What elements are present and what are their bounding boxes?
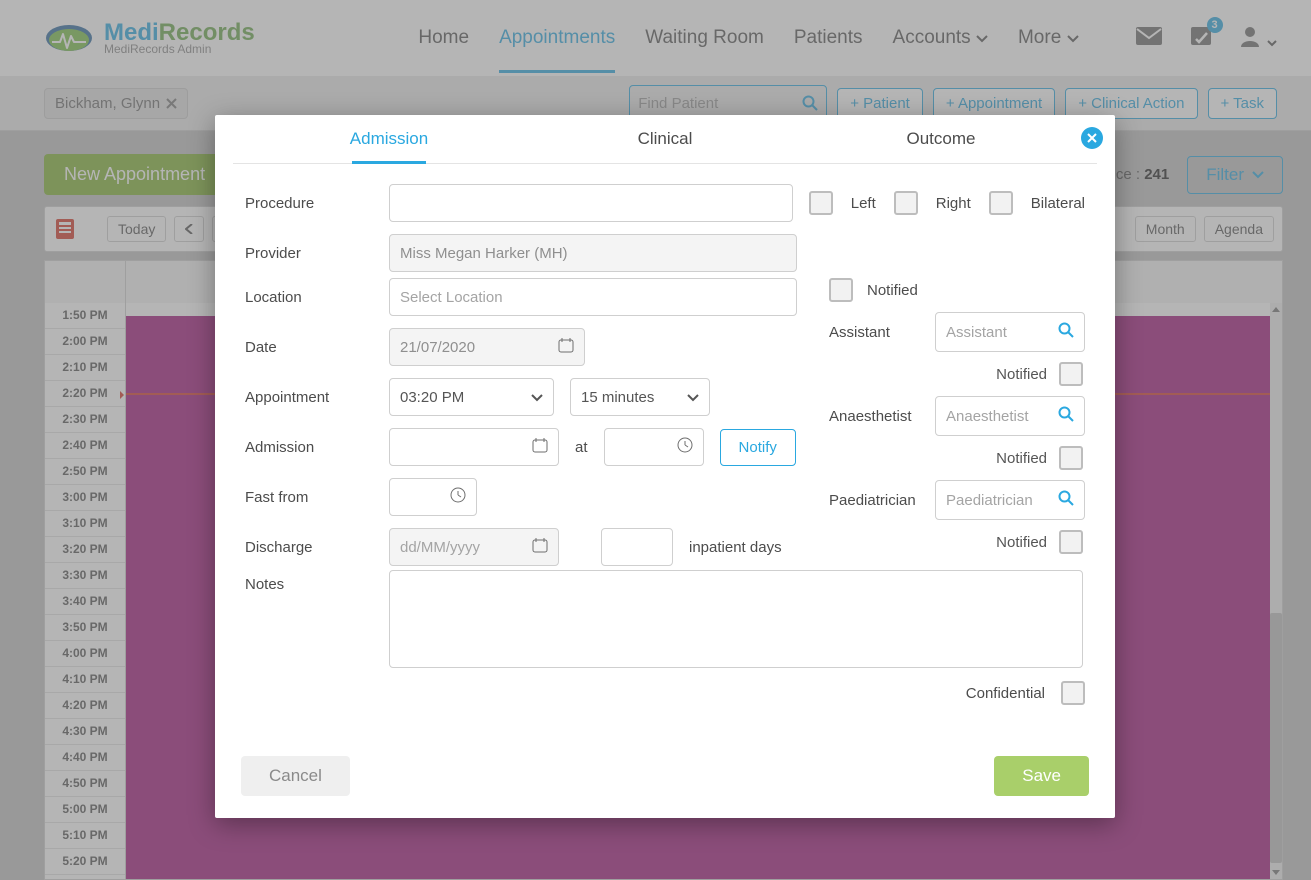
cancel-button[interactable]: Cancel — [241, 756, 350, 796]
clock-icon[interactable] — [450, 487, 466, 507]
paediatrician-input[interactable]: Paediatrician — [935, 480, 1085, 520]
discharge-date-input[interactable]: dd/MM/yyyy — [389, 528, 559, 566]
location-label: Location — [245, 289, 373, 306]
bilateral-checkbox[interactable] — [989, 191, 1013, 215]
procedure-label: Procedure — [245, 195, 373, 212]
right-checkbox[interactable] — [894, 191, 918, 215]
provider-label: Provider — [245, 245, 373, 262]
admission-time-input[interactable] — [604, 428, 704, 466]
location-input[interactable]: Select Location — [389, 278, 797, 316]
fast-from-label: Fast from — [245, 489, 373, 506]
appointment-label: Appointment — [245, 389, 373, 406]
anaesthetist-notified-checkbox[interactable] — [1059, 446, 1083, 470]
anaesthetist-label: Anaesthetist — [829, 408, 921, 425]
chevron-down-icon — [531, 389, 543, 406]
admission-label: Admission — [245, 439, 373, 456]
appointment-time-select[interactable]: 03:20 PM — [389, 378, 554, 416]
calendar-icon[interactable] — [532, 537, 548, 557]
confidential-checkbox[interactable] — [1061, 681, 1085, 705]
discharge-label: Discharge — [245, 539, 373, 556]
assistant-label: Assistant — [829, 324, 921, 341]
left-label: Left — [851, 195, 876, 212]
close-button[interactable] — [1081, 127, 1103, 149]
clock-icon[interactable] — [677, 437, 693, 457]
provider-input[interactable]: Miss Megan Harker (MH) — [389, 234, 797, 272]
procedure-input[interactable] — [389, 184, 793, 222]
at-label: at — [575, 439, 588, 456]
notes-label: Notes — [245, 570, 373, 593]
bilateral-label: Bilateral — [1031, 195, 1085, 212]
assistant-notified-checkbox[interactable] — [1059, 362, 1083, 386]
paediatrician-notified-label: Notified — [996, 534, 1047, 551]
left-checkbox[interactable] — [809, 191, 833, 215]
admission-date-input[interactable] — [389, 428, 559, 466]
anaesthetist-notified-label: Notified — [996, 450, 1047, 467]
confidential-label: Confidential — [966, 685, 1045, 702]
paediatrician-label: Paediatrician — [829, 492, 921, 509]
admission-modal: Admission Clinical Outcome Procedure Lef… — [215, 115, 1115, 818]
tab-admission[interactable]: Admission — [251, 115, 527, 163]
tab-clinical[interactable]: Clinical — [527, 115, 803, 163]
right-label: Right — [936, 195, 971, 212]
calendar-icon[interactable] — [558, 337, 574, 357]
notified-checkbox[interactable] — [829, 278, 853, 302]
save-button[interactable]: Save — [994, 756, 1089, 796]
search-icon[interactable] — [1058, 406, 1074, 426]
date-label: Date — [245, 339, 373, 356]
tab-outcome[interactable]: Outcome — [803, 115, 1079, 163]
notified-label: Notified — [867, 282, 918, 299]
notes-textarea[interactable] — [389, 570, 1083, 668]
chevron-down-icon — [687, 389, 699, 406]
paediatrician-notified-checkbox[interactable] — [1059, 530, 1083, 554]
calendar-icon[interactable] — [532, 437, 548, 457]
search-icon[interactable] — [1058, 490, 1074, 510]
assistant-input[interactable]: Assistant — [935, 312, 1085, 352]
inpatient-days-input[interactable] — [601, 528, 673, 566]
assistant-notified-label: Notified — [996, 366, 1047, 383]
anaesthetist-input[interactable]: Anaesthetist — [935, 396, 1085, 436]
fast-from-input[interactable] — [389, 478, 477, 516]
date-input[interactable]: 21/07/2020 — [389, 328, 585, 366]
inpatient-days-label: inpatient days — [689, 539, 782, 556]
notify-button[interactable]: Notify — [720, 429, 796, 466]
search-icon[interactable] — [1058, 322, 1074, 342]
appointment-duration-select[interactable]: 15 minutes — [570, 378, 710, 416]
